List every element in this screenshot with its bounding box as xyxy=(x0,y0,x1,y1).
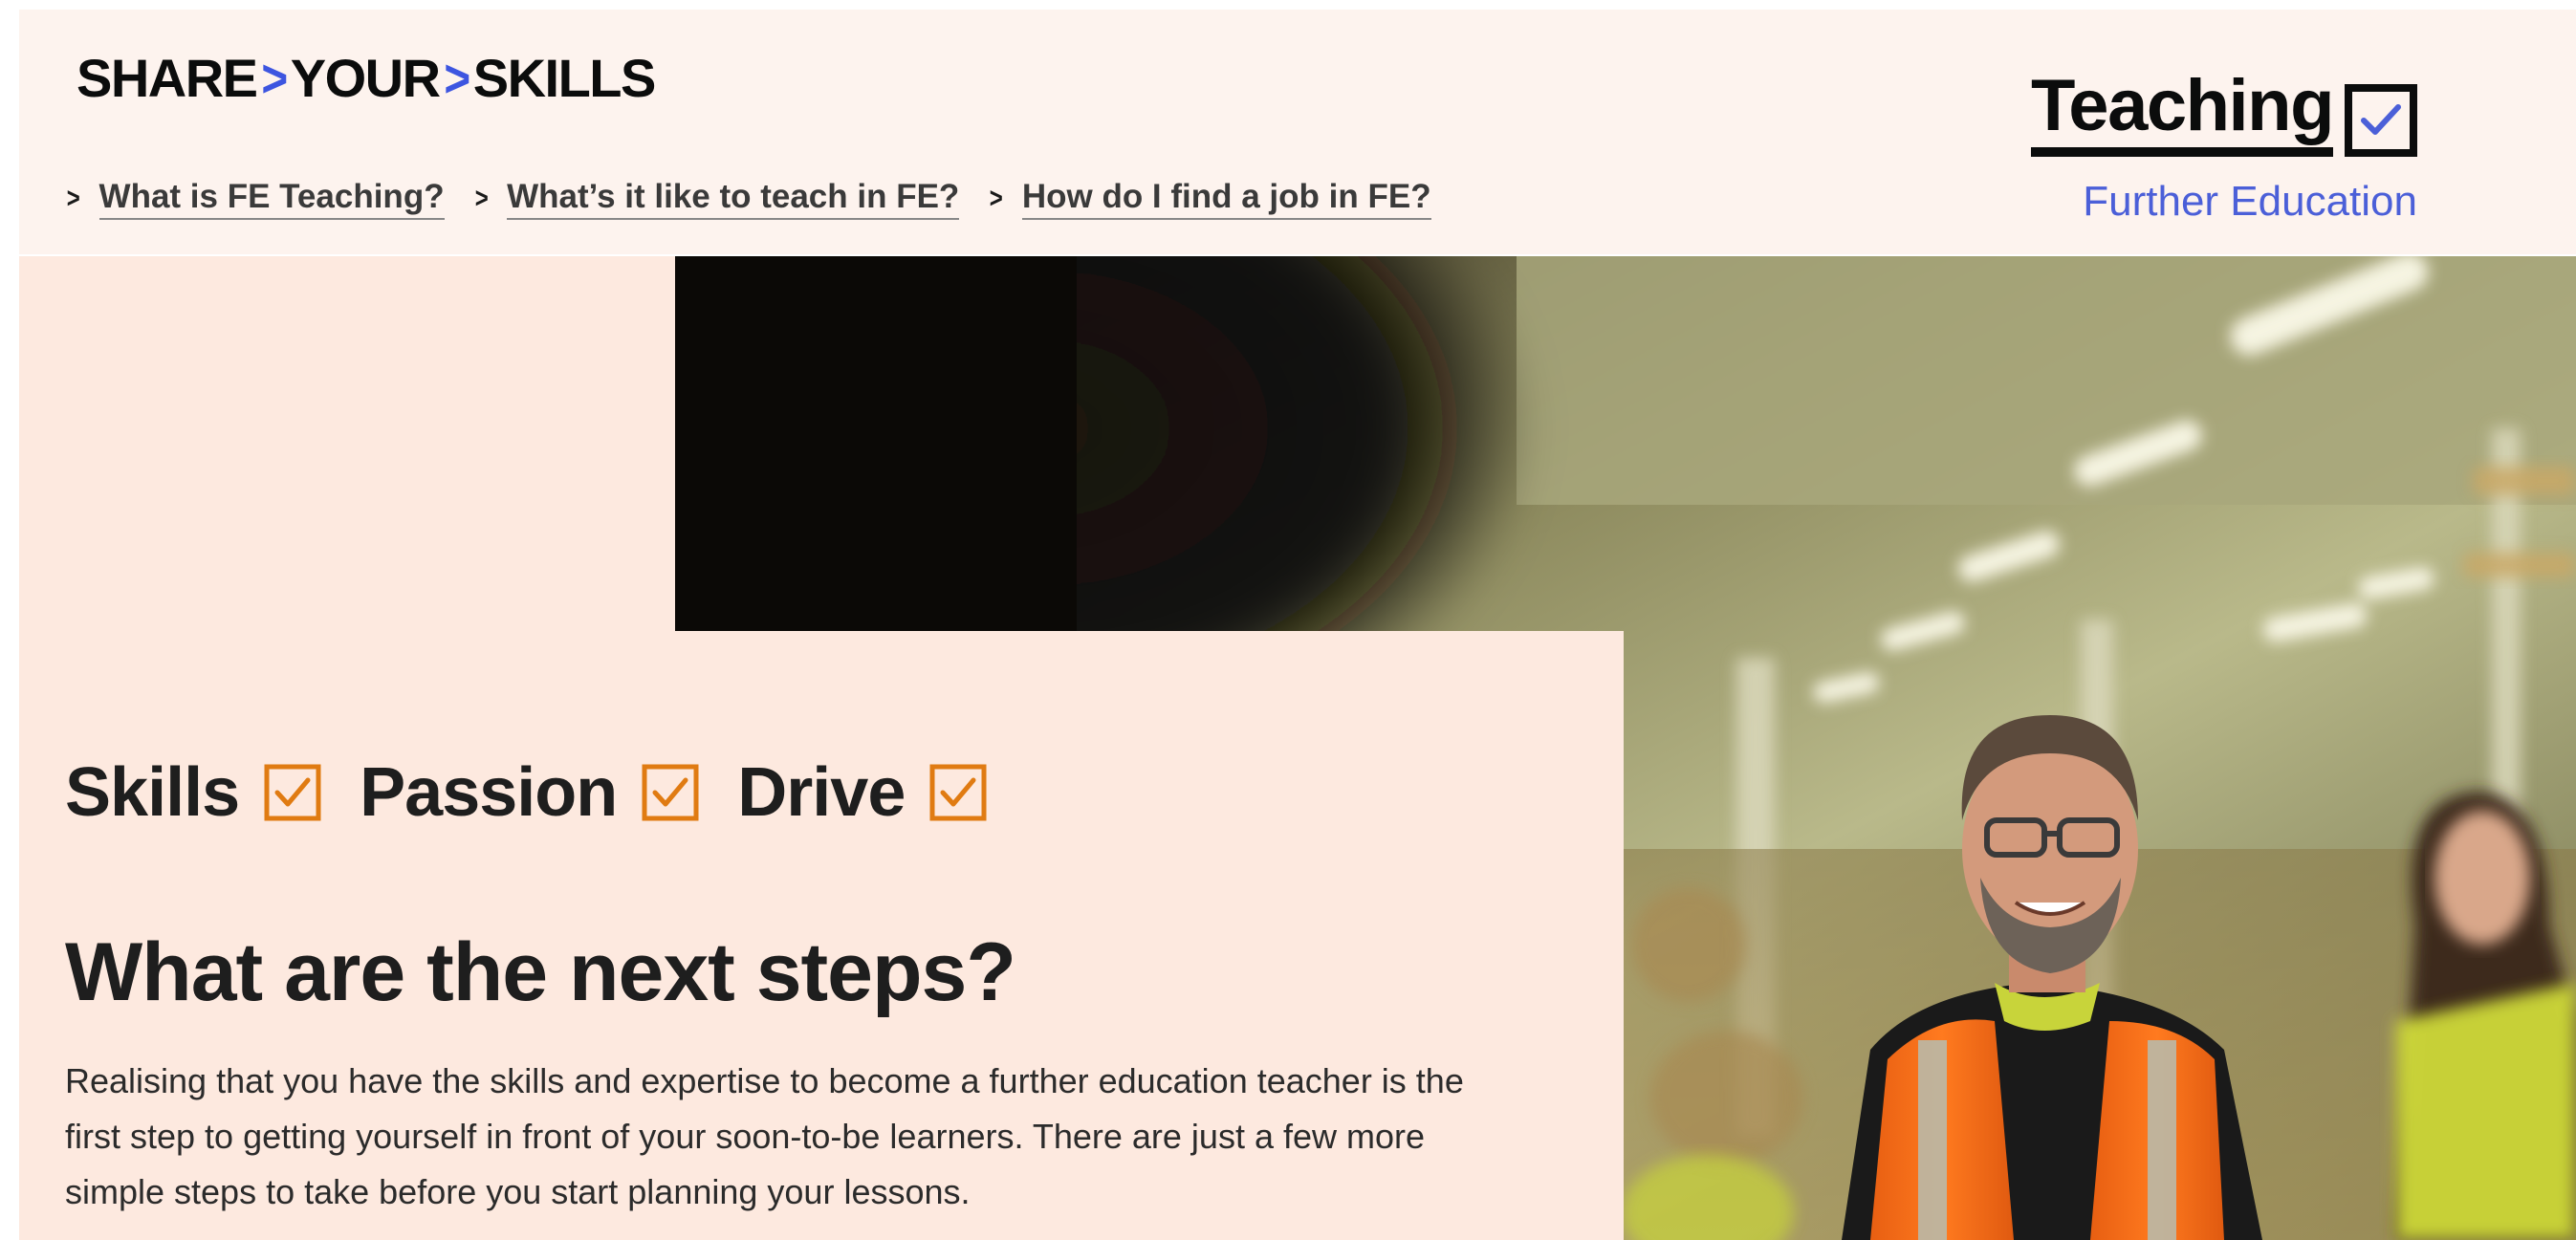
tagline-label: Drive xyxy=(737,754,906,831)
hero-photo-image xyxy=(675,256,2576,631)
tagline-drive: Drive xyxy=(737,753,987,832)
hero-photo-image xyxy=(1624,631,2576,1240)
tagline-passion: Passion xyxy=(360,753,699,832)
chevron-right-icon: > xyxy=(66,183,80,214)
nav-link-what-its-like[interactable]: > What’s it like to teach in FE? xyxy=(473,178,960,220)
main-nav: > What is FE Teaching? > What’s it like … xyxy=(65,178,1431,220)
nav-link-label: What’s it like to teach in FE? xyxy=(507,178,960,220)
logo-word-share: SHARE xyxy=(76,48,258,108)
tagline-skills: Skills xyxy=(65,753,321,832)
logo-word-your: YOUR xyxy=(290,48,441,108)
hero-taglines: Skills Passion Drive xyxy=(65,753,987,832)
orange-checkbox-icon xyxy=(929,764,987,821)
chevron-right-icon: > xyxy=(990,183,1004,214)
brand-word-teaching: Teaching xyxy=(2031,67,2334,157)
orange-checkbox-icon xyxy=(264,764,321,821)
logo-word-skills: SKILLS xyxy=(472,48,657,108)
teaching-fe-brand[interactable]: Teaching Further Education xyxy=(1997,67,2417,235)
share-your-skills-logo[interactable]: SHARE>YOUR>SKILLS xyxy=(76,42,657,115)
logo-chevron-2: > xyxy=(443,48,470,108)
hero-section: Skills Passion Drive What are the next s… xyxy=(19,256,2576,1240)
page-heading: What are the next steps? xyxy=(65,926,1016,1018)
nav-link-what-is-fe-teaching[interactable]: > What is FE Teaching? xyxy=(65,178,445,220)
brand-subtitle: Further Education xyxy=(2083,178,2417,225)
nav-link-label: How do I find a job in FE? xyxy=(1021,178,1431,220)
nav-link-label: What is FE Teaching? xyxy=(98,178,445,220)
tagline-label: Passion xyxy=(360,754,618,831)
hero-photo-top xyxy=(675,256,2576,631)
site-header: SHARE>YOUR>SKILLS > What is FE Teaching?… xyxy=(19,10,2576,254)
brand-logo-row: Teaching xyxy=(1997,67,2417,157)
tagline-label: Skills xyxy=(65,754,240,831)
checkbox-ticked-icon xyxy=(2345,84,2417,157)
hero-photo-bottom xyxy=(1624,631,2576,1240)
hero-body-text: Realising that you have the skills and e… xyxy=(65,1061,1464,1211)
orange-checkbox-icon xyxy=(642,764,699,821)
nav-link-find-a-job[interactable]: > How do I find a job in FE? xyxy=(988,178,1431,220)
logo-chevron-1: > xyxy=(260,48,288,108)
chevron-right-icon: > xyxy=(474,183,489,214)
